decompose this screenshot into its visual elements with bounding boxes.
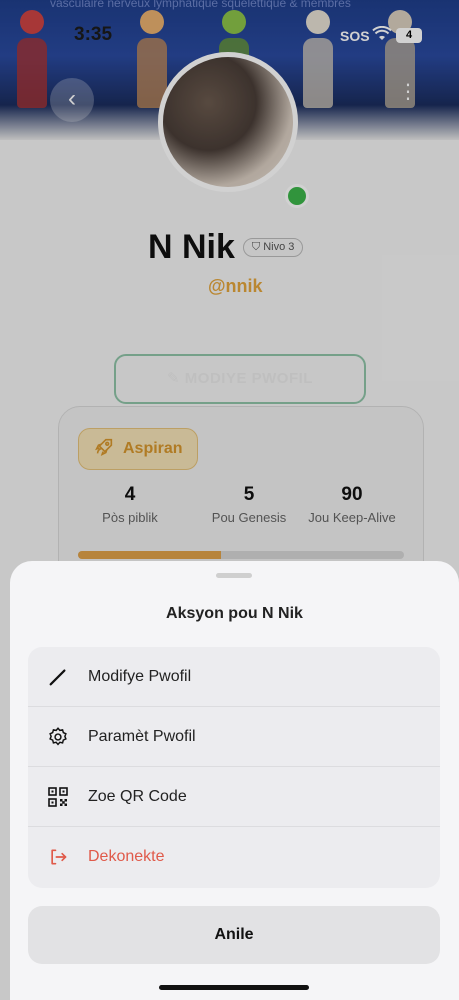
action-label: Modifye Pwofil bbox=[88, 667, 192, 685]
action-list: Modifye Pwofil Paramèt Pwofil Zoe QR Cod… bbox=[28, 647, 440, 888]
action-label: Paramèt Pwofil bbox=[88, 727, 196, 745]
action-profile-settings[interactable]: Paramèt Pwofil bbox=[28, 707, 440, 767]
action-sheet: Aksyon pou N Nik Modifye Pwofil Paramèt … bbox=[10, 561, 459, 1000]
action-qr-code[interactable]: Zoe QR Code bbox=[28, 767, 440, 827]
home-indicator[interactable] bbox=[159, 985, 309, 990]
action-label: Zoe QR Code bbox=[88, 787, 187, 805]
action-label: Dekonekte bbox=[88, 848, 165, 865]
sheet-grabber[interactable] bbox=[216, 573, 252, 578]
pencil-icon bbox=[44, 666, 72, 688]
qr-code-icon bbox=[44, 786, 72, 807]
cancel-button[interactable]: Anile bbox=[28, 906, 440, 964]
logout-icon bbox=[44, 847, 72, 867]
sheet-title: Aksyon pou N Nik bbox=[166, 605, 303, 622]
action-edit-profile[interactable]: Modifye Pwofil bbox=[28, 647, 440, 707]
action-logout[interactable]: Dekonekte bbox=[28, 827, 440, 887]
gear-icon bbox=[44, 726, 72, 748]
